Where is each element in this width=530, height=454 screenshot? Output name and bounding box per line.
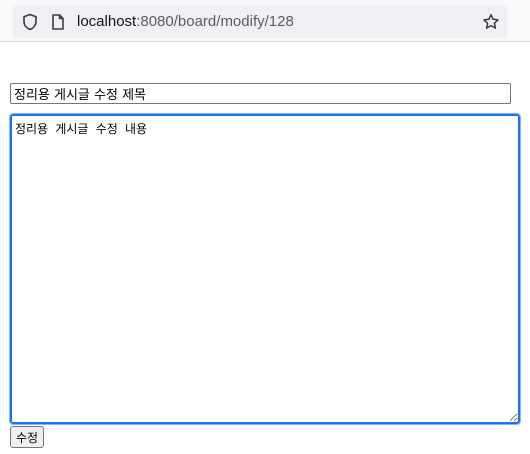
url-host: localhost: [77, 13, 137, 30]
page-content: 정리용 게시글 수정 내용 수정: [0, 43, 530, 454]
url-bar[interactable]: localhost:8080/board/modify/128: [13, 5, 507, 38]
shield-icon[interactable]: [21, 13, 39, 31]
content-textarea[interactable]: 정리용 게시글 수정 내용: [9, 113, 521, 425]
page-icon[interactable]: [49, 13, 67, 31]
url-path: :8080/board/modify/128: [136, 13, 294, 30]
star-icon[interactable]: [482, 13, 500, 31]
browser-toolbar: localhost:8080/board/modify/128: [0, 0, 530, 42]
modify-submit-button[interactable]: 수정: [10, 426, 45, 448]
url-text[interactable]: localhost:8080/board/modify/128: [77, 13, 294, 31]
title-input[interactable]: [10, 83, 511, 104]
